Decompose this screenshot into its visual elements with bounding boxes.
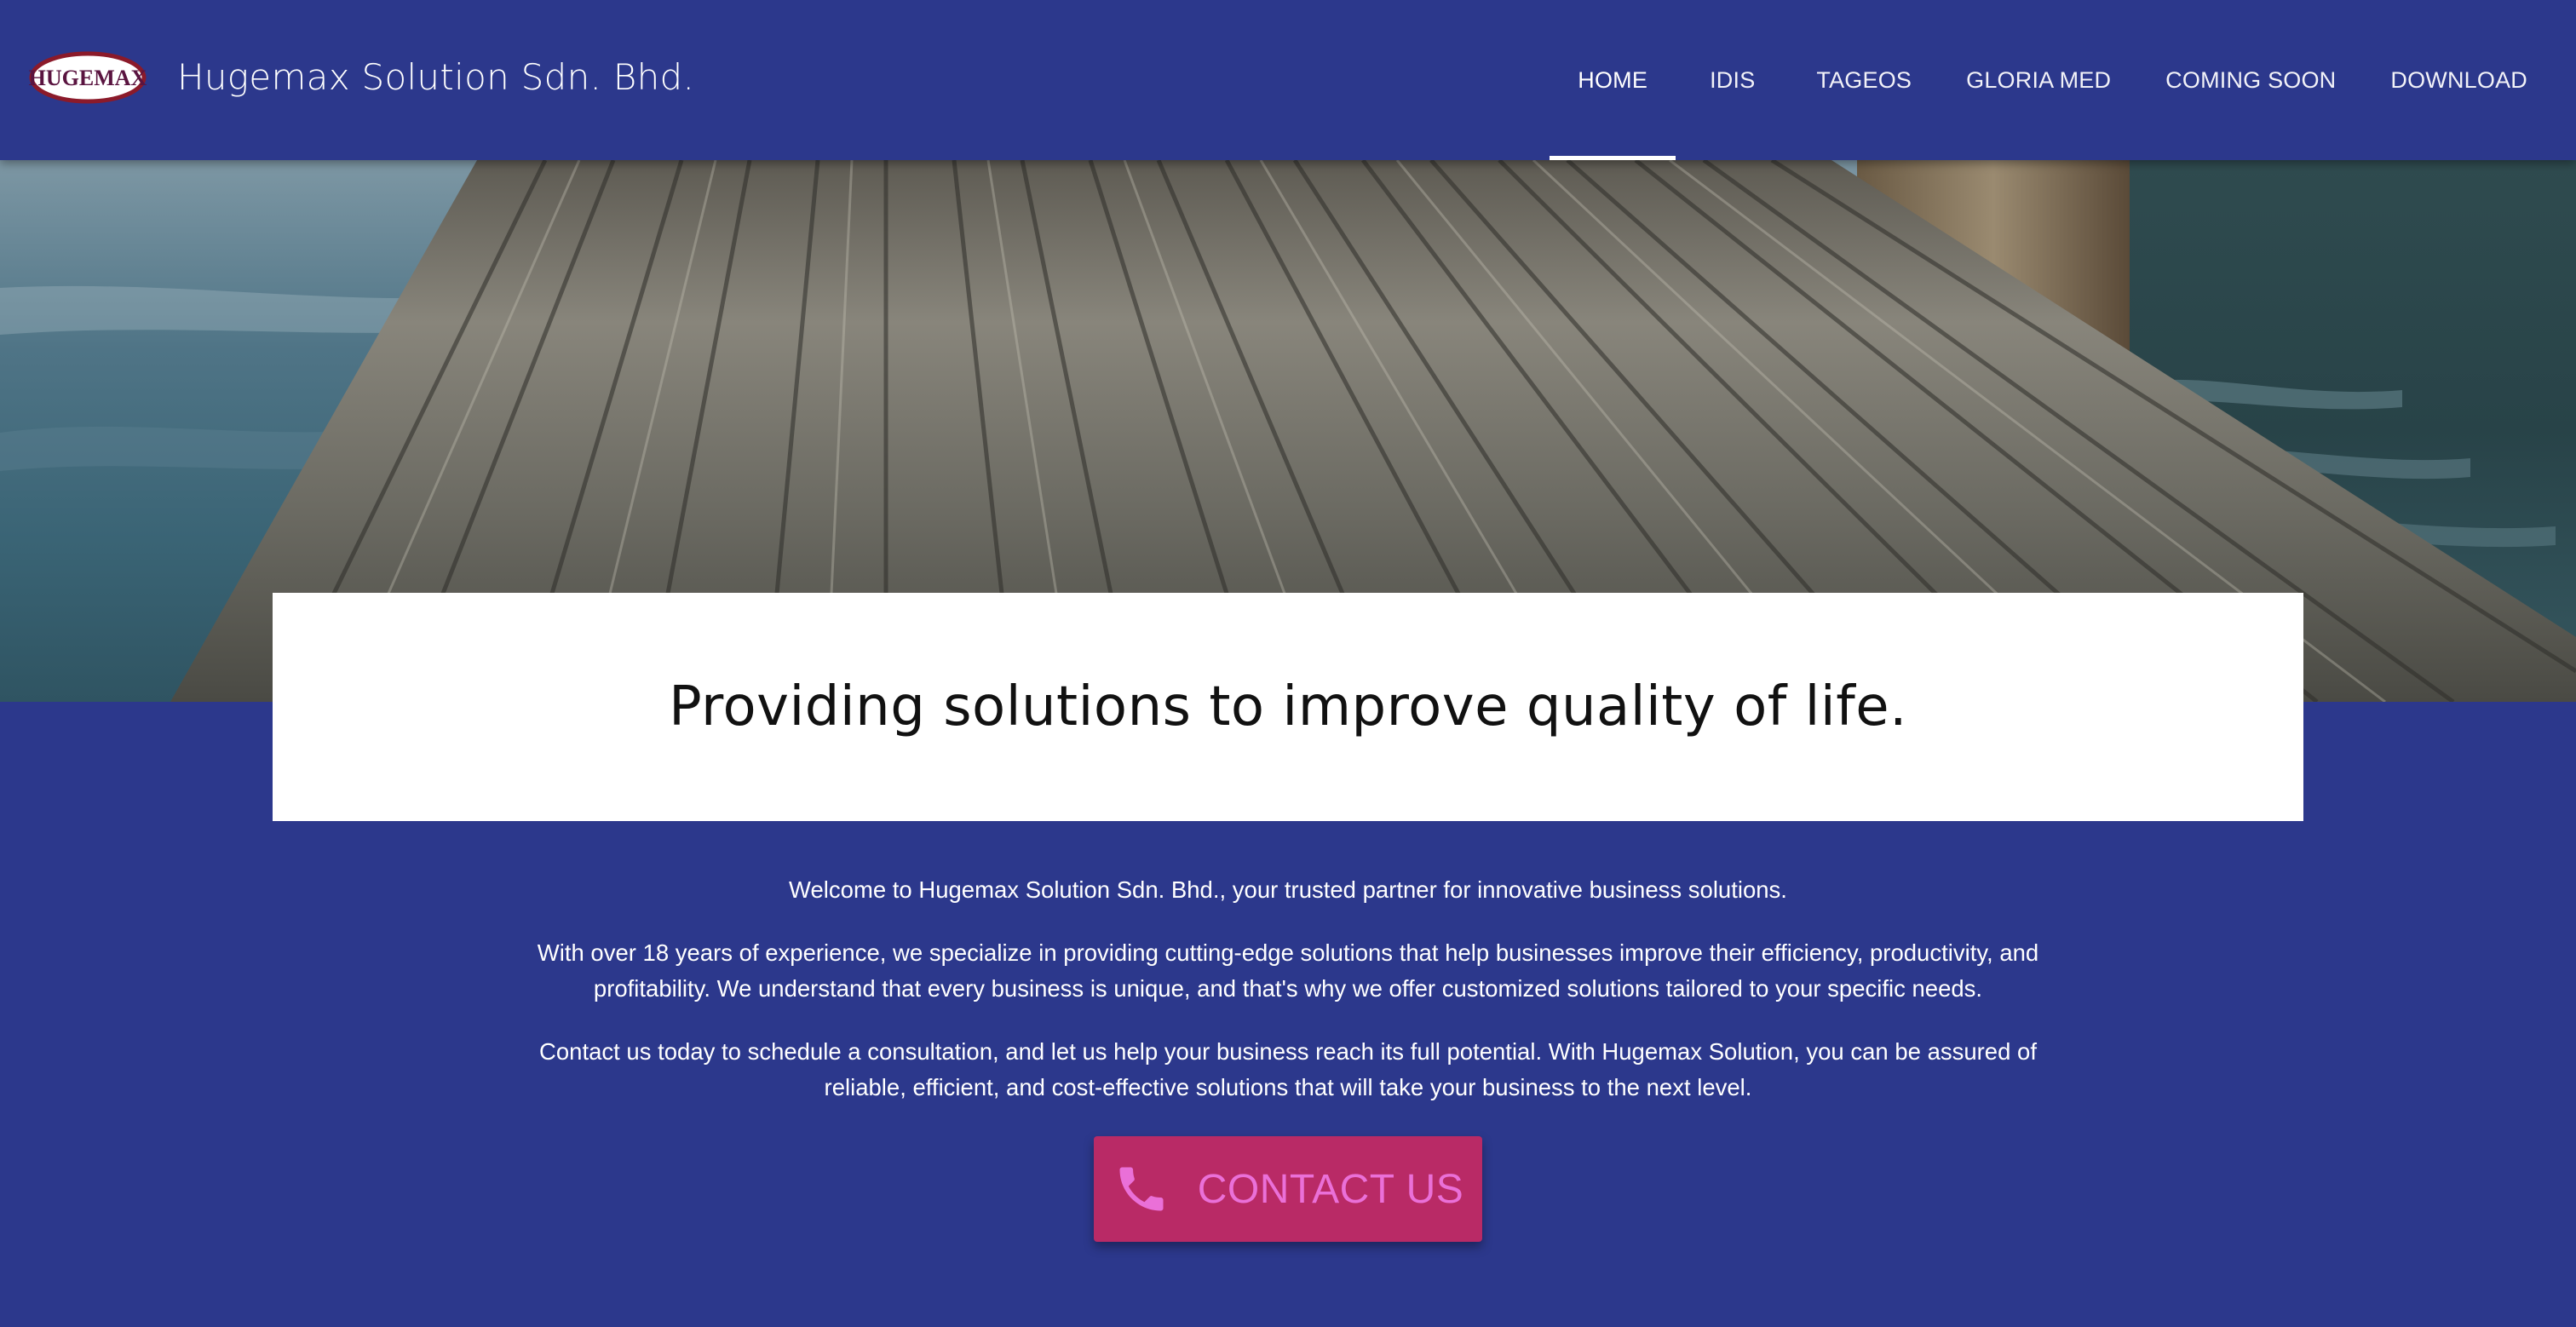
site-title[interactable]: Hugemax Solution Sdn. Bhd. bbox=[177, 51, 694, 104]
contact-paragraph: Contact us today to schedule a consultat… bbox=[539, 1038, 2037, 1100]
nav-item-download[interactable]: DOWNLOAD bbox=[2363, 0, 2576, 160]
top-app-bar: HUGEMAX Hugemax Solution Sdn. Bhd. HOME … bbox=[0, 0, 2576, 160]
phone-icon bbox=[1113, 1160, 1170, 1218]
hero-tagline: Providing solutions to improve quality o… bbox=[669, 675, 1907, 738]
experience-paragraph: With over 18 years of experience, we spe… bbox=[537, 939, 2039, 1002]
nav-item-gloria-med[interactable]: GLORIA MED bbox=[1939, 0, 2138, 160]
hugemax-logo[interactable]: HUGEMAX bbox=[29, 51, 147, 104]
tagline-card: Providing solutions to improve quality o… bbox=[273, 593, 2303, 821]
welcome-paragraph: Welcome to Hugemax Solution Sdn. Bhd., y… bbox=[789, 876, 1787, 903]
nav-item-tageos[interactable]: TAGEOS bbox=[1789, 0, 1939, 160]
contact-us-label: CONTACT US bbox=[1197, 1166, 1464, 1212]
contact-us-button[interactable]: CONTACT US bbox=[1094, 1136, 1482, 1242]
nav-item-home[interactable]: HOME bbox=[1550, 0, 1676, 160]
nav-item-idis[interactable]: IDIS bbox=[1676, 0, 1789, 160]
welcome-content: Welcome to Hugemax Solution Sdn. Bhd., y… bbox=[511, 872, 2065, 1133]
logo-text: HUGEMAX bbox=[29, 66, 147, 90]
main-navigation: HOME IDIS TAGEOS GLORIA MED COMING SOON … bbox=[1550, 0, 2576, 160]
nav-item-coming-soon[interactable]: COMING SOON bbox=[2138, 0, 2363, 160]
